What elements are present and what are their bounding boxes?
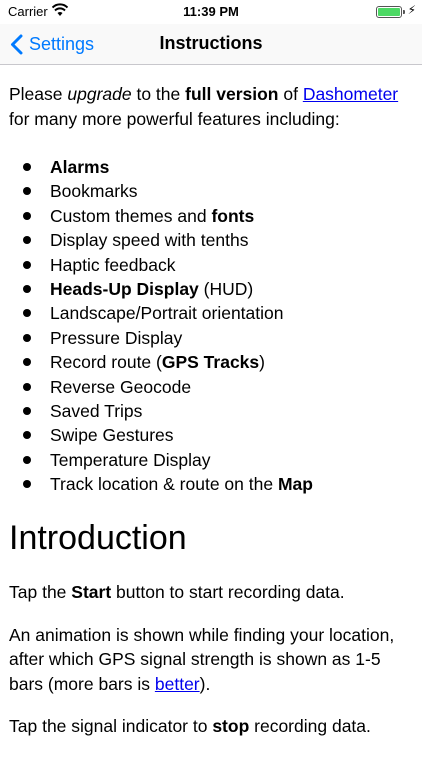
list-item: Landscape/Portrait orientation <box>9 301 413 325</box>
charging-bolt-icon: ⚡ <box>407 3 416 17</box>
start-paragraph: Tap the Start button to start recording … <box>9 582 345 603</box>
stop-text: stop <box>212 716 250 737</box>
list-item: Swipe Gestures <box>9 423 413 447</box>
list-item: Pressure Display <box>9 326 413 350</box>
page-title: Instructions <box>159 33 263 53</box>
status-time: 11:39 PM <box>183 4 239 19</box>
better-link[interactable]: better <box>155 674 200 694</box>
list-item: Haptic feedback <box>9 253 413 277</box>
list-item: Saved Trips <box>9 399 413 423</box>
dashometer-link[interactable]: Dashometer <box>303 84 398 104</box>
upgrade-text: upgrade <box>67 84 132 104</box>
list-item: Track location & route on the Map <box>9 472 413 496</box>
list-item: Alarms <box>9 155 413 179</box>
navigation-bar: Settings Instructions <box>0 24 422 65</box>
animation-paragraph: An animation is shown while finding your… <box>9 624 395 694</box>
upgrade-paragraph: Please upgrade to the full version of Da… <box>9 84 399 129</box>
feature-list: Alarms Bookmarks Custom themes and fonts… <box>9 155 413 496</box>
start-text: Start <box>71 582 112 603</box>
battery-cap <box>403 10 405 14</box>
stop-paragraph: Tap the signal indicator to stop recordi… <box>9 716 371 737</box>
list-item: Record route (GPS Tracks) <box>9 350 413 374</box>
battery-icon <box>376 6 402 18</box>
list-item: Bookmarks <box>9 179 413 203</box>
list-item: Heads-Up Display (HUD) <box>9 277 413 301</box>
status-bar: Carrier 11:39 PM ⚡ <box>0 0 422 24</box>
list-item: Reverse Geocode <box>9 375 413 399</box>
list-item: Custom themes and fonts <box>9 204 413 228</box>
introduction-heading: Introduction <box>9 519 187 558</box>
full-version-text: full version <box>185 84 279 104</box>
instructions-content: Please upgrade to the full version of Da… <box>9 82 413 757</box>
list-item: Display speed with tenths <box>9 228 413 252</box>
list-item: Temperature Display <box>9 448 413 472</box>
